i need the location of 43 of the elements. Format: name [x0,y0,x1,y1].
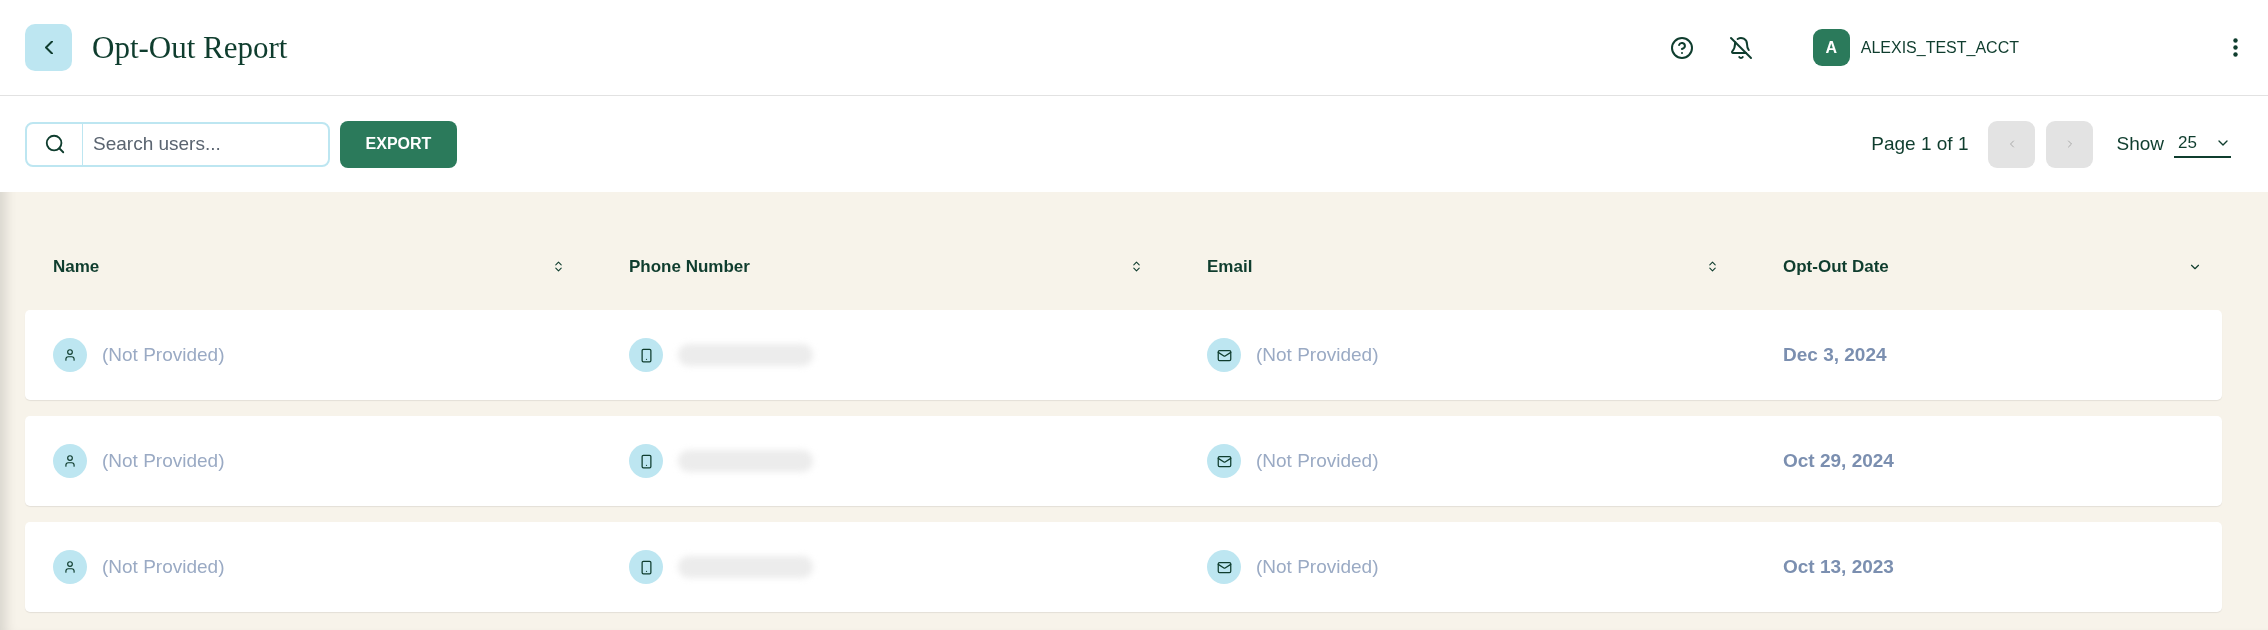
show-label: Show [2116,133,2164,155]
column-header[interactable]: Email [1207,256,1719,277]
date-cell: Oct 29, 2024 [1783,450,1894,472]
phone-icon [629,550,663,584]
mail-icon [1207,550,1241,584]
person-icon [53,550,87,584]
sort-icon [552,260,565,273]
name-cell: (Not Provided) [102,556,225,578]
person-icon [53,338,87,372]
sort-icon [1130,260,1143,273]
sort-icon [1706,260,1719,273]
page-size-select[interactable]: 25 [2174,130,2231,158]
search-icon [43,133,66,155]
search-field[interactable]: Search users... [25,121,330,167]
page-title: Opt-Out Report [92,29,288,66]
page-indicator: Page 1 of 1 [1871,133,1969,155]
back-button[interactable] [25,24,72,71]
column-header[interactable]: Opt-Out Date [1783,256,2202,277]
export-button[interactable]: EXPORT [340,120,457,168]
email-cell: (Not Provided) [1256,450,1379,472]
email-cell: (Not Provided) [1256,344,1379,366]
email-cell: (Not Provided) [1256,556,1379,578]
user-name: ALEXIS_TEST_ACCT [1860,38,2019,57]
column-header[interactable]: Phone Number [629,256,1143,277]
person-icon [53,444,87,478]
help-button[interactable] [1669,35,1694,60]
phone-icon [629,338,663,372]
notifications-button[interactable] [1728,35,1753,60]
more-menu-button[interactable] [2233,38,2238,57]
mail-icon [1207,338,1241,372]
name-cell: (Not Provided) [102,450,225,472]
date-cell: Oct 13, 2023 [1783,556,1894,578]
search-input[interactable]: Search users... [83,123,328,165]
column-header[interactable]: Name [53,256,565,277]
back-icon [44,41,53,54]
date-cell: Dec 3, 2024 [1783,344,1887,366]
kebab-icon [2233,38,2238,57]
phone-icon [629,444,663,478]
mail-icon [1207,444,1241,478]
user-avatar[interactable]: A [1812,29,1850,66]
help-icon [1669,35,1694,60]
bell-off-icon [1728,35,1753,60]
name-cell: (Not Provided) [102,344,225,366]
